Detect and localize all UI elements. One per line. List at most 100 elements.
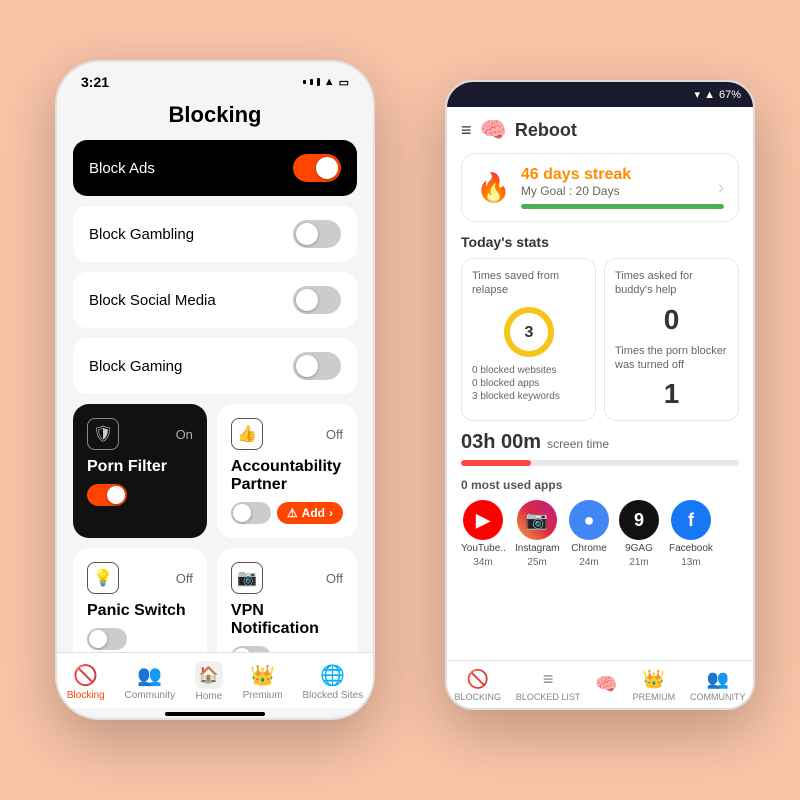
nav-home-label: Home (196, 691, 223, 702)
battery-icon: ▭ (339, 76, 349, 89)
block-gaming-toggle[interactable] (293, 352, 341, 380)
nav-premium-label: Premium (243, 690, 283, 701)
add-partner-button[interactable]: ⚠ Add › (277, 502, 343, 524)
youtube-icon: ▶ (463, 500, 503, 540)
wifi-icon: ▲ (324, 76, 335, 88)
android-nav-community[interactable]: 👥 COMMUNITY (690, 669, 746, 702)
block-social-media-toggle[interactable] (293, 286, 341, 314)
chevron-right-icon: › (718, 177, 724, 198)
vpn-toggle-row (231, 646, 343, 652)
blocked-sites-nav-icon: 🌐 (320, 663, 345, 688)
9gag-name: 9GAG (625, 543, 653, 554)
android-nav-premium[interactable]: 👑 PREMIUM (633, 669, 676, 702)
apps-row: ▶ YouTube... 34m 📷 Instagram 25m ● Chrom… (461, 500, 739, 568)
porn-filter-status: On (176, 427, 193, 442)
add-label: Add (302, 506, 325, 520)
vpn-icon: 📷 (231, 562, 263, 594)
vpn-toggle[interactable] (231, 646, 271, 652)
android-home-icon: 🧠 (595, 674, 617, 695)
accountability-partner-card: 👍 Off Accountability Partner ⚠ Add › (217, 404, 357, 538)
stats-section: Today's stats Times saved from relapse 3 (447, 230, 753, 425)
vpn-status: Off (326, 571, 343, 586)
stats-grid: Times saved from relapse 3 0 blocked web… (461, 258, 739, 421)
android-nav-blocking[interactable]: 🚫 BLOCKING (454, 669, 501, 702)
facebook-name: Facebook (669, 543, 713, 554)
android-premium-icon: 👑 (643, 669, 665, 690)
screen-time-bar (461, 460, 739, 466)
streak-progress-bar (521, 204, 724, 209)
android-status-bar: ▾ ▲ 67% (447, 82, 753, 107)
android-nav-blocked-list[interactable]: ≡ BLOCKED LIST (516, 669, 581, 702)
android-blocking-icon: 🚫 (467, 669, 489, 690)
block-gambling-toggle[interactable] (293, 220, 341, 248)
android-nav-home[interactable]: 🧠 (595, 674, 617, 697)
block-gaming-row: Block Gaming (73, 338, 357, 394)
block-social-media-label: Block Social Media (89, 292, 216, 309)
chrome-icon: ● (569, 500, 609, 540)
times-saved-card: Times saved from relapse 3 0 blocked web… (461, 258, 596, 421)
toggle-knob (296, 289, 318, 311)
panic-switch-icon: 💡 (87, 562, 119, 594)
panic-switch-status: Off (176, 571, 193, 586)
blocker-off-value: 1 (615, 378, 728, 410)
home-indicator (165, 712, 265, 716)
toggle-knob (316, 157, 338, 179)
toggle-knob (107, 486, 125, 504)
nav-community[interactable]: 👥 Community (125, 663, 176, 701)
hamburger-icon[interactable]: ≡ (461, 120, 472, 141)
streak-progress-fill (521, 204, 724, 209)
instagram-icon: 📷 (517, 500, 557, 540)
porn-filter-label: Porn Filter (87, 458, 193, 476)
toggle-knob (89, 630, 107, 648)
porn-filter-card: 🛡 On Porn Filter (73, 404, 207, 538)
app-instagram: 📷 Instagram 25m (515, 500, 559, 568)
iphone-content: Blocking Block Ads Block Gambling Block … (57, 94, 373, 652)
block-ads-toggle[interactable] (293, 154, 341, 182)
chrome-name: Chrome (571, 543, 607, 554)
iphone-bottom-nav: 🚫 Blocking 👥 Community 🏠 Home 👑 Premium … (57, 652, 373, 708)
chrome-time: 24m (579, 557, 598, 568)
nav-community-label: Community (125, 690, 176, 701)
app-youtube: ▶ YouTube... 34m (461, 500, 505, 568)
right-phone: ▾ ▲ 67% ≡ 🧠 Reboot 🔥 46 days streak My G… (445, 80, 755, 710)
card-top: 📷 Off (231, 562, 343, 594)
feature-cards-grid: 🛡 On Porn Filter 👍 Off (73, 404, 357, 652)
accountability-toggle[interactable] (231, 502, 271, 524)
app-9gag: 9 9GAG 21m (619, 500, 659, 568)
panic-switch-toggle-row (87, 628, 193, 650)
streak-goal: My Goal : 20 Days (521, 184, 724, 198)
panic-switch-card: 💡 Off Panic Switch (73, 548, 207, 652)
chevron-icon: › (329, 506, 333, 520)
toggle-knob (296, 355, 318, 377)
nav-blocking[interactable]: 🚫 Blocking (67, 663, 105, 701)
card-top: 👍 Off (231, 418, 343, 450)
nav-premium[interactable]: 👑 Premium (243, 663, 283, 701)
porn-filter-icon: 🛡 (87, 418, 119, 450)
apps-section: 0 most used apps ▶ YouTube... 34m 📷 Inst… (447, 472, 753, 574)
panic-switch-toggle[interactable] (87, 628, 127, 650)
nav-home[interactable]: 🏠 Home (195, 661, 223, 702)
porn-filter-toggle[interactable] (87, 484, 127, 506)
page-title: Blocking (57, 94, 373, 140)
app-name: Reboot (515, 120, 577, 141)
streak-card[interactable]: 🔥 46 days streak My Goal : 20 Days › (461, 153, 739, 222)
accountability-toggle-row: ⚠ Add › (231, 502, 343, 524)
android-blocked-list-icon: ≡ (543, 669, 554, 690)
youtube-time: 34m (473, 557, 492, 568)
vpn-notification-card: 📷 Off VPN Notification (217, 548, 357, 652)
buddy-help-value: 0 (615, 304, 728, 336)
nav-blocked-sites[interactable]: 🌐 Blocked Sites (302, 663, 363, 701)
block-social-media-row: Block Social Media (73, 272, 357, 328)
panic-switch-label: Panic Switch (87, 602, 193, 620)
toggle-knob (233, 648, 251, 652)
screen-time-section: 03h 00m screen time (447, 425, 753, 472)
nav-blocking-label: Blocking (67, 690, 105, 701)
android-wifi-icon: ▾ (695, 88, 701, 101)
signal-bar-2 (310, 79, 313, 85)
block-gambling-row: Block Gambling (73, 206, 357, 262)
warn-icon: ⚠ (287, 506, 298, 520)
9gag-icon: 9 (619, 500, 659, 540)
android-header: ≡ 🧠 Reboot (447, 107, 753, 149)
buddy-help-label: Times asked for buddy's help (615, 269, 728, 298)
instagram-name: Instagram (515, 543, 559, 554)
